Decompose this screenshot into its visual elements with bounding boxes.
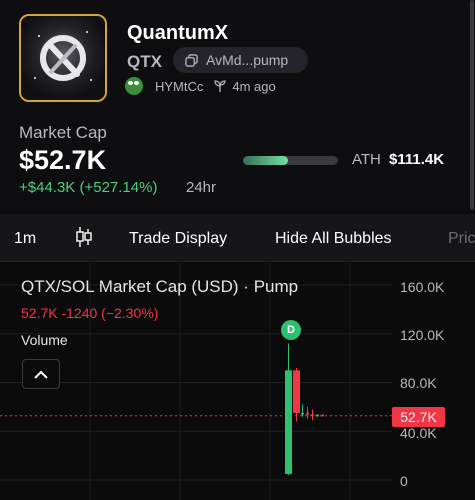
current-price-tag: 52.7K xyxy=(392,407,445,427)
y-tick-label: 120.0K xyxy=(400,327,445,343)
candle-body xyxy=(306,412,309,415)
candle-body xyxy=(293,370,300,413)
candle-body xyxy=(301,412,304,415)
y-tick-label: 40.0K xyxy=(400,425,437,441)
creator-row: HYMtCc 4m ago xyxy=(125,77,276,95)
creator-avatar[interactable] xyxy=(125,77,143,95)
dev-trade-marker[interactable]: D xyxy=(281,320,301,340)
price-toggle[interactable]: Pric xyxy=(448,230,475,248)
market-cap-value: $52.7K xyxy=(19,145,107,175)
y-tick-label: 160.0K xyxy=(400,279,445,295)
token-name: QuantumX xyxy=(127,22,229,44)
chart-ohlc: 52.7K -1240 (−2.30%) xyxy=(21,305,159,321)
chart-title: QTX/SOL Market Cap (USD) · Pump xyxy=(21,277,299,296)
copy-icon xyxy=(185,53,198,67)
token-header: QuantumX QTX AvMd...pump HYMtCc 4m ago M… xyxy=(0,0,475,210)
change-period: 24hr xyxy=(186,179,217,196)
trade-display-button[interactable]: Trade Display xyxy=(129,230,227,248)
ath-progress-bar xyxy=(243,156,338,165)
creator-name[interactable]: HYMtCc xyxy=(155,79,203,94)
y-tick-label: 80.0K xyxy=(400,375,437,391)
token-symbol: QTX xyxy=(127,52,162,71)
scrollbar[interactable] xyxy=(470,0,474,210)
token-address: AvMd...pump xyxy=(206,52,289,68)
y-tick-label: 0 xyxy=(400,473,408,489)
hide-bubbles-button[interactable]: Hide All Bubbles xyxy=(275,230,392,248)
candle-body xyxy=(321,414,324,417)
market-cap-label: Market Cap xyxy=(19,123,107,142)
candle-body xyxy=(285,370,292,474)
chart-toolbar: 1m Trade Display Hide All Bubbles Pric xyxy=(0,214,475,262)
token-logo-image xyxy=(21,16,105,100)
candle-type-icon[interactable] xyxy=(75,226,93,248)
token-logo[interactable] xyxy=(19,14,107,102)
market-cap-change: +$44.3K (+527.14%) xyxy=(19,179,158,196)
candle-body xyxy=(316,414,319,417)
candle-body xyxy=(311,414,314,416)
created-time: 4m ago xyxy=(232,78,276,94)
chevron-up-icon xyxy=(34,370,48,379)
interval-selector[interactable]: 1m xyxy=(14,230,36,248)
volume-label: Volume xyxy=(21,332,68,348)
ath-progress-fill xyxy=(243,156,288,165)
ath-value: $111.4K xyxy=(389,151,445,168)
copy-address-button[interactable]: AvMd...pump xyxy=(173,47,308,73)
sprout-icon xyxy=(214,80,226,92)
ath-label: ATH xyxy=(352,151,381,168)
collapse-legend-button[interactable] xyxy=(22,359,60,389)
